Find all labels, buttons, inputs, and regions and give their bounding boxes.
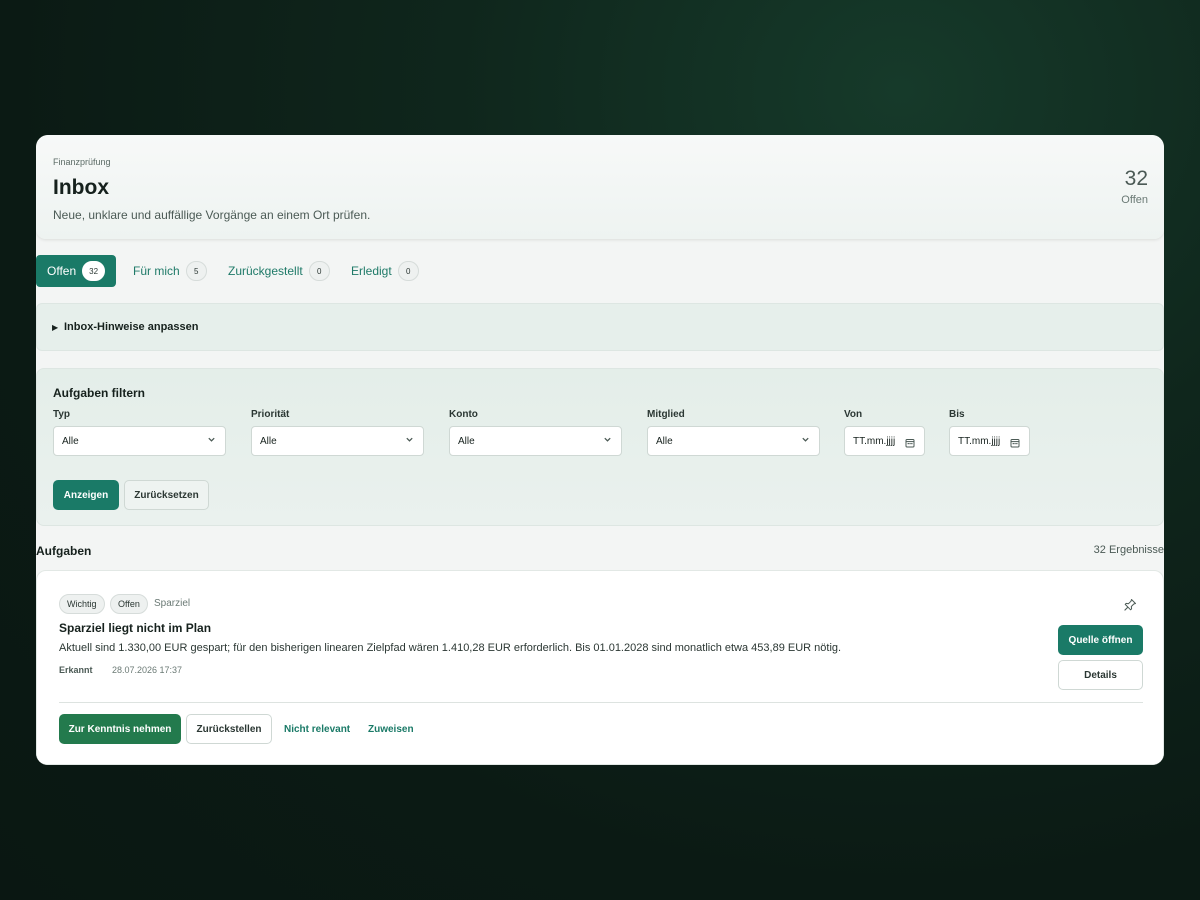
open-count: 32 <box>1124 167 1148 190</box>
card-divider <box>59 702 1143 703</box>
tab-fuer-mich[interactable]: Für mich 5 <box>122 255 218 287</box>
open-count-label: Offen <box>1121 194 1148 206</box>
task-card: Wichtig Offen Sparziel Sparziel liegt ni… <box>36 570 1164 765</box>
date-from-input[interactable]: TT.mm.jjjj <box>844 426 925 456</box>
date-to-input[interactable]: TT.mm.jjjj <box>949 426 1030 456</box>
priority-badge: Wichtig <box>59 594 105 614</box>
chevron-down-icon <box>801 435 810 447</box>
page-title: Inbox <box>53 176 109 199</box>
chevron-down-icon <box>405 435 414 447</box>
inbox-window: Finanzprüfung Inbox Neue, unklare und au… <box>36 135 1164 765</box>
details-button[interactable]: Details <box>1058 660 1143 690</box>
filter-panel: Aufgaben filtern Typ Alle Priorität Alle… <box>36 368 1164 526</box>
chevron-down-icon <box>207 435 216 447</box>
tab-count-badge: 0 <box>308 261 330 281</box>
filter-label-prioritaet: Priorität <box>251 409 290 420</box>
date-placeholder: TT.mm.jjjj <box>853 436 896 447</box>
tab-label: Erledigt <box>351 264 392 278</box>
filter-label-mitglied: Mitglied <box>647 409 685 420</box>
calendar-icon[interactable] <box>1010 435 1020 448</box>
member-select[interactable]: Alle <box>647 426 820 456</box>
calendar-icon[interactable] <box>905 435 915 448</box>
results-count: 32 Ergebnisse <box>1093 544 1164 556</box>
task-description: Aktuell sind 1.330,00 EUR gespart; für d… <box>59 642 842 654</box>
breadcrumb: Finanzprüfung <box>53 157 111 167</box>
caret-right-icon: ▶ <box>52 323 59 332</box>
page-header: Finanzprüfung Inbox Neue, unklare und au… <box>36 135 1164 239</box>
acknowledge-button[interactable]: Zur Kenntnis nehmen <box>59 714 181 744</box>
priority-select[interactable]: Alle <box>251 426 424 456</box>
filter-label-bis: Bis <box>949 409 965 420</box>
hints-label: Inbox-Hinweise anpassen <box>64 321 199 333</box>
account-select[interactable]: Alle <box>449 426 622 456</box>
filter-label-konto: Konto <box>449 409 478 420</box>
task-category: Sparziel <box>154 598 191 609</box>
tab-count-badge: 0 <box>397 261 419 281</box>
filter-label-von: Von <box>844 409 863 420</box>
tab-count-badge: 32 <box>82 261 106 281</box>
not-relevant-link[interactable]: Nicht relevant <box>284 724 350 735</box>
type-select[interactable]: Alle <box>53 426 226 456</box>
select-value: Alle <box>458 436 475 447</box>
inbox-hints-toggle[interactable]: ▶ Inbox-Hinweise anpassen <box>36 303 1164 351</box>
open-source-button[interactable]: Quelle öffnen <box>1058 625 1143 655</box>
assign-link[interactable]: Zuweisen <box>368 724 414 735</box>
detected-timestamp: 28.07.2026 17:37 <box>112 665 183 675</box>
tab-label: Offen <box>47 264 77 278</box>
filter-label-typ: Typ <box>53 409 71 420</box>
status-badge: Offen <box>110 594 148 614</box>
tasks-heading: Aufgaben <box>36 544 92 558</box>
detected-label: Erkannt <box>59 665 93 675</box>
page-subtitle: Neue, unklare und auffällige Vorgänge an… <box>53 208 371 222</box>
tab-count-badge: 5 <box>185 261 207 281</box>
filter-title: Aufgaben filtern <box>53 386 145 400</box>
chevron-down-icon <box>603 435 612 447</box>
tab-offen[interactable]: Offen 32 <box>36 255 117 287</box>
tab-zurueckgestellt[interactable]: Zurückgestellt 0 <box>217 255 341 287</box>
select-value: Alle <box>656 436 673 447</box>
task-title: Sparziel liegt nicht im Plan <box>59 621 212 635</box>
reset-filter-button[interactable]: Zurücksetzen <box>124 480 209 510</box>
pin-icon[interactable] <box>1123 598 1137 612</box>
defer-button[interactable]: Zurückstellen <box>186 714 272 744</box>
apply-filter-button[interactable]: Anzeigen <box>53 480 119 510</box>
tab-erledigt[interactable]: Erledigt 0 <box>340 255 430 287</box>
select-value: Alle <box>62 436 79 447</box>
tab-label: Zurückgestellt <box>228 264 303 278</box>
select-value: Alle <box>260 436 277 447</box>
tab-label: Für mich <box>133 264 180 278</box>
date-placeholder: TT.mm.jjjj <box>958 436 1001 447</box>
